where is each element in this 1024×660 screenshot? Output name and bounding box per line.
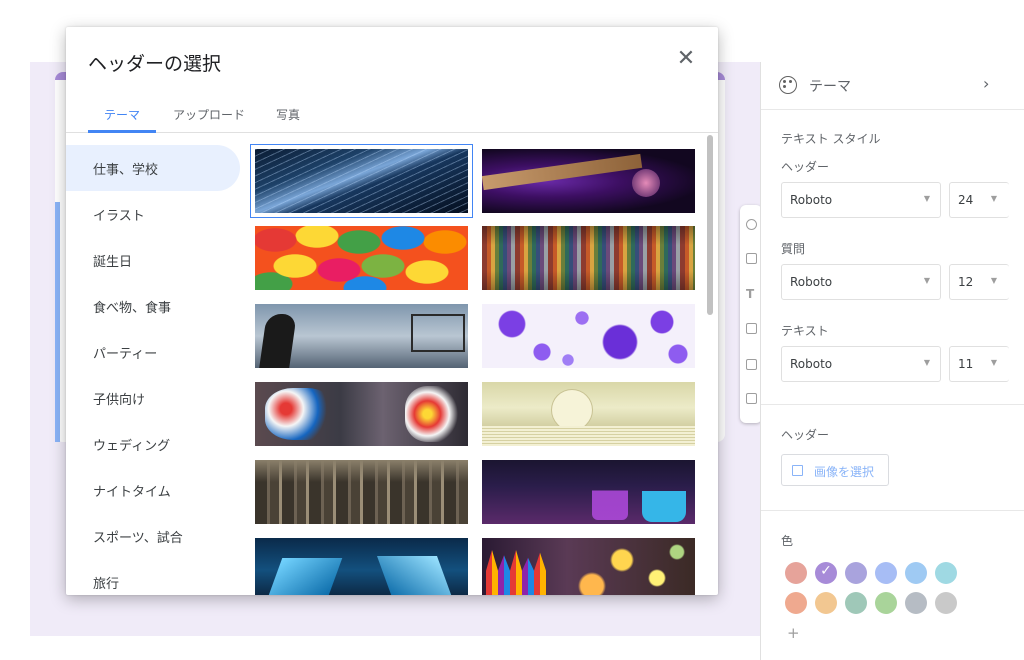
category-label: スポーツ、試合 xyxy=(93,531,183,546)
header-font-value: Roboto xyxy=(790,193,833,207)
video-icon[interactable] xyxy=(746,359,757,370)
category-label: 子供向け xyxy=(93,393,146,408)
theme-thumbnail[interactable] xyxy=(255,382,468,446)
panel-divider xyxy=(761,404,1024,405)
dropdown-arrow-icon: ▼ xyxy=(923,358,930,367)
question-size-select[interactable]: 12 ▼ xyxy=(949,264,1009,300)
category-kids[interactable]: 子供向け xyxy=(66,375,240,421)
color-swatch[interactable] xyxy=(845,592,867,614)
category-party[interactable]: パーティー xyxy=(66,329,240,375)
category-label: ナイトタイム xyxy=(93,485,171,500)
category-birthday[interactable]: 誕生日 xyxy=(66,237,240,283)
form-focus-bar xyxy=(55,202,60,442)
color-swatch[interactable] xyxy=(845,562,867,584)
title-icon[interactable]: T xyxy=(746,287,757,301)
color-swatch[interactable] xyxy=(905,592,927,614)
section-icon[interactable] xyxy=(746,393,757,404)
theme-thumbnail[interactable] xyxy=(255,226,468,290)
text-font-value: Roboto xyxy=(790,357,833,371)
category-label: 誕生日 xyxy=(93,255,133,270)
color-label: 色 xyxy=(781,534,794,548)
color-swatch[interactable] xyxy=(785,592,807,614)
panel-divider xyxy=(761,510,1024,511)
theme-thumbnail[interactable] xyxy=(255,460,468,524)
thumbnail-scrollbar[interactable] xyxy=(707,135,713,315)
theme-panel-header: テーマ › xyxy=(761,62,1024,110)
dialog-tabs: テーマ アップロード 写真 xyxy=(66,93,718,133)
color-swatch[interactable] xyxy=(815,592,837,614)
chevron-right-icon[interactable]: › xyxy=(983,74,989,93)
category-sports[interactable]: スポーツ、試合 xyxy=(66,513,240,559)
category-night-time[interactable]: ナイトタイム xyxy=(66,467,240,513)
color-swatch[interactable] xyxy=(935,562,957,584)
category-illustration[interactable]: イラスト xyxy=(66,191,240,237)
color-swatch[interactable] xyxy=(875,592,897,614)
theme-thumbnail[interactable] xyxy=(255,304,468,368)
color-swatch[interactable] xyxy=(935,592,957,614)
floating-toolbar: T xyxy=(740,205,762,423)
dropdown-arrow-icon: ▼ xyxy=(923,276,930,285)
add-color-button[interactable]: + xyxy=(787,624,800,642)
dialog-title: ヘッダーの選択 xyxy=(88,53,222,75)
theme-thumbnail[interactable] xyxy=(250,144,473,218)
header-style-label: ヘッダー xyxy=(781,160,830,174)
theme-thumbnail[interactable] xyxy=(255,538,468,595)
category-label: 仕事、学校 xyxy=(93,163,159,178)
theme-thumbnail[interactable] xyxy=(482,460,695,524)
theme-thumbnail[interactable] xyxy=(482,538,695,595)
text-font-select[interactable]: Roboto ▼ xyxy=(781,346,941,382)
category-label: パーティー xyxy=(93,347,158,362)
text-style-label: テキスト スタイル xyxy=(781,132,881,146)
category-work-school[interactable]: 仕事、学校 xyxy=(66,145,240,191)
question-font-value: Roboto xyxy=(790,275,833,289)
image-icon xyxy=(792,465,803,476)
question-font-select[interactable]: Roboto ▼ xyxy=(781,264,941,300)
text-size-value: 11 xyxy=(958,357,974,371)
category-label: 食べ物、食事 xyxy=(93,301,172,316)
select-image-button[interactable]: 画像を選択 xyxy=(781,454,889,486)
category-label: 旅行 xyxy=(93,577,120,592)
header-size-value: 24 xyxy=(958,193,974,207)
select-image-label: 画像を選択 xyxy=(814,465,875,479)
import-icon[interactable] xyxy=(746,253,757,264)
question-size-value: 12 xyxy=(958,275,974,289)
theme-thumbnail-grid xyxy=(246,133,718,595)
header-size-select[interactable]: 24 ▼ xyxy=(949,182,1009,218)
question-style-label: 質問 xyxy=(781,242,806,256)
theme-thumbnail[interactable] xyxy=(482,304,695,368)
category-label: イラスト xyxy=(93,209,145,224)
header-select-dialog: ヘッダーの選択 ✕ テーマ アップロード 写真 仕事、学校 イラスト 誕生日 食… xyxy=(66,27,718,595)
theme-panel-title: テーマ xyxy=(809,79,851,95)
close-icon[interactable]: ✕ xyxy=(672,45,700,73)
category-food[interactable]: 食べ物、食事 xyxy=(66,283,240,329)
text-size-select[interactable]: 11 ▼ xyxy=(949,346,1009,382)
dropdown-arrow-icon: ▼ xyxy=(990,194,997,203)
palette-icon xyxy=(779,76,797,94)
theme-thumbnail[interactable] xyxy=(482,149,695,213)
add-question-icon[interactable] xyxy=(746,219,757,230)
tab-photos[interactable]: 写真 xyxy=(276,106,300,123)
dropdown-arrow-icon: ▼ xyxy=(923,194,930,203)
dropdown-arrow-icon: ▼ xyxy=(990,358,997,367)
theme-panel: テーマ › テキスト スタイル ヘッダー Roboto ▼ 24 ▼ 質問 Ro… xyxy=(760,62,1024,660)
app-page: T テーマ › テキスト スタイル ヘッダー Roboto ▼ 24 ▼ 質問 … xyxy=(0,0,1024,660)
header-font-select[interactable]: Roboto ▼ xyxy=(781,182,941,218)
category-label: ウェディング xyxy=(93,439,171,454)
header-image-label: ヘッダー xyxy=(781,428,830,442)
theme-thumbnail[interactable] xyxy=(482,226,695,290)
color-swatch[interactable] xyxy=(785,562,807,584)
category-wedding[interactable]: ウェディング xyxy=(66,421,240,467)
tab-upload[interactable]: アップロード xyxy=(173,106,245,123)
color-swatch[interactable] xyxy=(905,562,927,584)
color-swatch[interactable] xyxy=(875,562,897,584)
image-icon[interactable] xyxy=(746,323,757,334)
text-style-sublabel: テキスト xyxy=(781,324,829,338)
color-swatch[interactable] xyxy=(815,562,837,584)
category-travel[interactable]: 旅行 xyxy=(66,559,240,595)
theme-thumbnail[interactable] xyxy=(482,382,695,446)
dropdown-arrow-icon: ▼ xyxy=(990,276,997,285)
tab-theme[interactable]: テーマ xyxy=(104,106,140,123)
category-list: 仕事、学校 イラスト 誕生日 食べ物、食事 パーティー 子供向け ウェディング … xyxy=(66,133,246,595)
